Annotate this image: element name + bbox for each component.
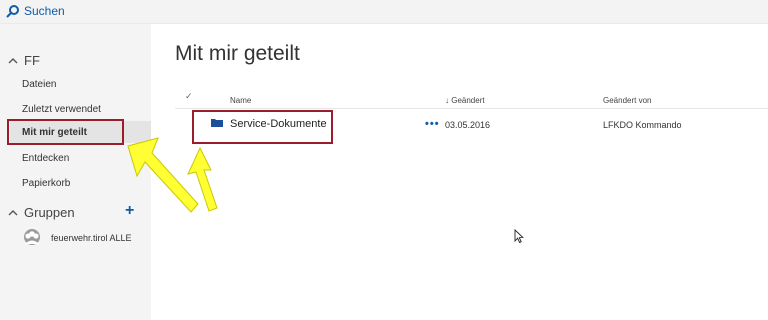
more-actions-button[interactable]: ••• (425, 118, 440, 130)
column-header-modified-by[interactable]: Geändert von (603, 96, 651, 105)
column-header-modified[interactable]: ↓ Geändert (445, 96, 485, 105)
sidebar (0, 24, 151, 320)
add-group-button[interactable]: + (125, 203, 134, 219)
sidebar-item-entdecken[interactable]: Entdecken (22, 153, 69, 164)
sidebar-item-papierkorb[interactable]: Papierkorb (22, 178, 70, 189)
group-avatar-icon (24, 229, 40, 245)
sidebar-section-label: Gruppen (24, 205, 75, 220)
column-header-name[interactable]: Name (230, 96, 251, 105)
search-box[interactable]: Suchen (0, 0, 149, 23)
chevron-up-icon (8, 209, 18, 215)
sidebar-item-zuletzt-verwendet[interactable]: Zuletzt verwendet (22, 104, 101, 115)
highlight-box-file (192, 110, 333, 144)
sidebar-section-gruppen[interactable]: Gruppen (8, 205, 75, 220)
sidebar-section-ff[interactable]: FF (8, 53, 40, 68)
modified-by: LFKDO Kommando (603, 120, 682, 130)
group-item-feuerwehr[interactable]: feuerwehr.tirol ALLE (51, 233, 132, 243)
arrow-to-file (187, 146, 218, 212)
mouse-cursor-icon (514, 229, 524, 243)
top-bar: Suchen (0, 0, 768, 24)
sidebar-item-dateien[interactable]: Dateien (22, 79, 56, 90)
highlight-box-sidebar (7, 119, 124, 145)
search-label: Suchen (24, 4, 65, 18)
chevron-up-icon (8, 57, 18, 63)
select-all-checkbox[interactable]: ✓ (185, 91, 193, 102)
sidebar-section-label: FF (24, 53, 40, 68)
page-title: Mit mir geteilt (175, 42, 300, 65)
modified-date: 03.05.2016 (445, 120, 491, 130)
search-icon (6, 5, 19, 18)
